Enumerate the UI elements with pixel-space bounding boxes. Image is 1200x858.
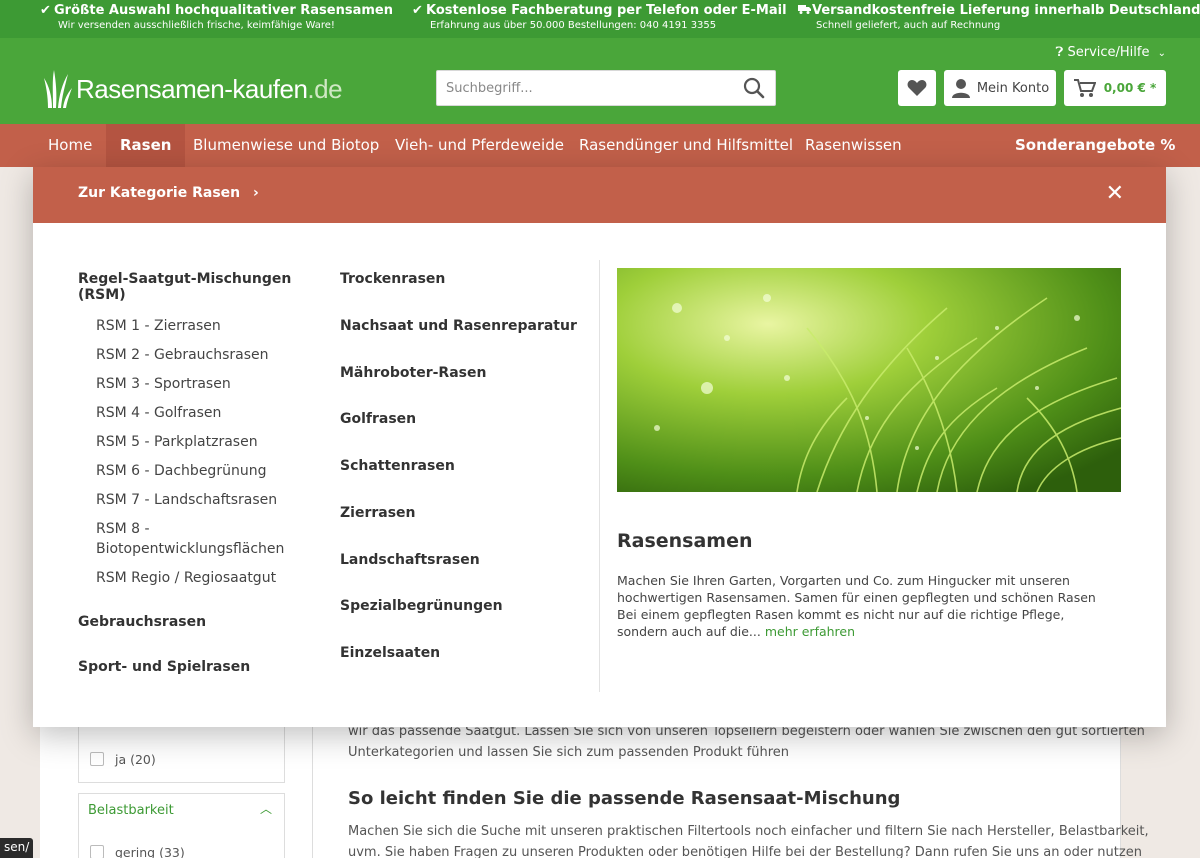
flyout-category[interactable]: Sport- und Spielrasen <box>78 659 328 675</box>
chevron-up-icon[interactable]: ︿ <box>260 800 272 817</box>
usp-title: Versandkostenfreie Lieferung innerhalb D… <box>812 3 1200 18</box>
category-text: Machen Sie sich die Suche mit unseren pr… <box>348 824 1149 839</box>
usp-item-consulting: ✔ Kostenlose Fachberatung per Telefon ode… <box>412 3 787 31</box>
flyout-subcategory[interactable]: RSM 2 - Gebrauchsrasen <box>78 345 328 365</box>
flyout-divider <box>599 260 600 692</box>
chevron-right-icon: › <box>253 185 259 201</box>
teaser-more-link[interactable]: mehr erfahren <box>765 624 855 639</box>
service-help-label: Service/Hilfe <box>1067 45 1150 60</box>
close-icon[interactable]: ✕ <box>1106 181 1124 206</box>
main-navigation: Home Rasen Blumenwiese und Biotop Vieh- … <box>0 124 1200 167</box>
cart-icon <box>1073 79 1096 97</box>
flyout-subcategory[interactable]: RSM 1 - Zierrasen <box>78 316 328 336</box>
flyout-subcategory[interactable]: RSM 6 - Dachbegrünung <box>78 461 328 481</box>
usp-title: Größte Auswahl hochqualitativer Rasensam… <box>54 3 393 18</box>
usp-subtitle: Schnell geliefert, auch auf Rechnung <box>816 20 1001 31</box>
usp-title: Kostenlose Fachberatung per Telefon oder… <box>426 3 787 18</box>
teaser-text: Machen Sie Ihren Garten, Vorgarten und C… <box>617 572 1117 640</box>
nav-item-blumenwiese[interactable]: Blumenwiese und Biotop <box>179 124 393 167</box>
flyout-subcategory[interactable]: RSM 4 - Golfrasen <box>78 403 328 423</box>
heart-icon <box>907 80 927 96</box>
flyout-subcategory[interactable]: RSM 8 - Biotopentwicklungsflächen <box>78 519 288 559</box>
header: ❓︎ Service/Hilfe ⌄ Rasensamen-kaufen.de … <box>0 38 1200 124</box>
logo[interactable]: Rasensamen-kaufen.de <box>44 68 343 110</box>
filter-box-belastbarkeit: Belastbarkeit ︿ gering (33) <box>78 793 285 858</box>
grass-logo-icon <box>44 70 72 108</box>
flyout-subcategory[interactable]: RSM 3 - Sportrasen <box>78 374 328 394</box>
nav-item-rasen[interactable]: Rasen <box>106 124 186 167</box>
search-input[interactable] <box>437 71 727 105</box>
filter-title[interactable]: Belastbarkeit <box>88 800 174 821</box>
flyout-category[interactable]: Zierrasen <box>340 505 416 521</box>
nav-item-weide[interactable]: Vieh- und Pferdeweide <box>381 124 578 167</box>
flyout-category[interactable]: Trockenrasen <box>340 271 445 287</box>
flyout-category[interactable]: Spezialbegrünungen <box>340 598 503 614</box>
category-text: Unterkategorien und lassen Sie sich zum … <box>348 745 790 760</box>
flyout-subcategory[interactable]: RSM Regio / Regiosaatgut <box>78 568 328 588</box>
grass-teaser-image[interactable] <box>617 268 1121 492</box>
filter-option-label: gering (33) <box>115 845 185 858</box>
nav-item-home[interactable]: Home <box>34 124 106 167</box>
flyout-subcategory[interactable]: RSM 7 - Landschaftsrasen <box>78 490 328 510</box>
search-box <box>436 70 776 106</box>
flyout-category[interactable]: Einzelsaaten <box>340 645 440 661</box>
category-link-label: Zur Kategorie Rasen <box>78 185 241 201</box>
filter-checkbox[interactable] <box>90 752 104 766</box>
usp-subtitle: Erfahrung aus über 50.000 Bestellungen: … <box>430 20 717 31</box>
category-link[interactable]: Zur Kategorie Rasen › <box>78 185 259 201</box>
flyout-category[interactable]: Mähroboter-Rasen <box>340 365 486 381</box>
rasen-flyout-menu: Zur Kategorie Rasen › ✕ Regel-Saatgut-Mi… <box>33 167 1166 727</box>
nav-item-rasenwissen[interactable]: Rasenwissen <box>791 124 916 167</box>
logo-tld: .de <box>307 73 343 104</box>
account-label: Mein Konto <box>976 80 1050 96</box>
check-icon: ✔ <box>40 3 51 18</box>
flyout-category[interactable]: Golfrasen <box>340 411 416 427</box>
logo-text: Rasensamen-kaufen <box>76 73 308 104</box>
search-button[interactable] <box>743 77 767 101</box>
usp-subtitle: Wir versenden ausschließlich frische, ke… <box>58 20 335 31</box>
nav-item-sonderangebote[interactable]: Sonderangebote % <box>1001 124 1189 167</box>
cart-button[interactable]: 0,00 € * <box>1064 70 1166 106</box>
chevron-down-icon: ⌄ <box>1157 48 1166 59</box>
teaser-description: Machen Sie Ihren Garten, Vorgarten und C… <box>617 573 1096 639</box>
filter-checkbox[interactable] <box>90 845 104 858</box>
user-icon <box>951 79 970 98</box>
flyout-subcategory[interactable]: RSM 5 - Parkplatzrasen <box>78 432 328 452</box>
usp-item-shipping: Versandkostenfreie Lieferung innerhalb D… <box>798 3 1200 31</box>
service-help-menu[interactable]: ❓︎ Service/Hilfe ⌄ <box>1056 45 1167 60</box>
usp-bar: ✔ Größte Auswahl hochqualitativer Rasensa… <box>0 0 1200 38</box>
flyout-category-rsm[interactable]: Regel-Saatgut-Mischungen (RSM) <box>78 271 328 303</box>
teaser-title: Rasensamen <box>617 530 753 552</box>
filter-option-label: ja (20) <box>115 752 156 767</box>
search-icon <box>743 77 765 99</box>
flyout-column-rsm: Regel-Saatgut-Mischungen (RSM) RSM 1 - Z… <box>78 271 328 675</box>
flyout-category[interactable]: Gebrauchsrasen <box>78 614 328 630</box>
flyout-category[interactable]: Landschaftsrasen <box>340 552 480 568</box>
question-icon: ❓︎ <box>1055 45 1064 60</box>
cart-total: 0,00 € * <box>1103 81 1157 95</box>
status-url-badge: sen/ <box>0 838 34 858</box>
flyout-category[interactable]: Schattenrasen <box>340 458 455 474</box>
account-button[interactable]: Mein Konto <box>944 70 1056 106</box>
flyout-category[interactable]: Nachsaat und Rasenreparatur <box>340 318 577 334</box>
wishlist-button[interactable] <box>898 70 936 106</box>
nav-item-duenger[interactable]: Rasendünger und Hilfsmittel <box>565 124 807 167</box>
flyout-header: Zur Kategorie Rasen › ✕ <box>33 167 1166 223</box>
usp-item-selection: ✔ Größte Auswahl hochqualitativer Rasensa… <box>40 3 393 31</box>
category-text: uvm. Sie haben Fragen zu unseren Produkt… <box>348 845 1142 858</box>
truck-icon <box>798 3 812 18</box>
check-icon: ✔ <box>412 3 423 18</box>
category-heading: So leicht finden Sie die passende Rasens… <box>348 788 901 809</box>
